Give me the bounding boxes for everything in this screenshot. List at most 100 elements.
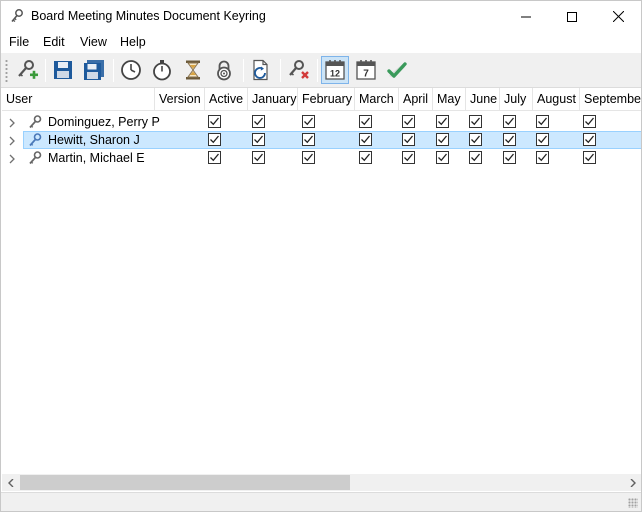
minimize-icon (521, 16, 531, 17)
grid-header: User Version Active January February Mar… (2, 88, 641, 111)
column-header-september[interactable]: September (580, 88, 641, 111)
scroll-left-button[interactable] (2, 474, 19, 491)
clock-button[interactable] (117, 56, 145, 84)
column-header-august[interactable]: August (533, 88, 580, 111)
approve-button[interactable] (383, 56, 411, 84)
table-row[interactable]: Dominguez, Perry P (2, 113, 641, 131)
calendar-month-view-button[interactable]: 12 (321, 56, 349, 84)
checkbox-february[interactable] (302, 133, 315, 146)
checkbox-september[interactable] (583, 151, 596, 164)
checkbox-may[interactable] (436, 115, 449, 128)
column-header-july[interactable]: July (500, 88, 533, 111)
checkbox-august[interactable] (536, 151, 549, 164)
checkbox-active[interactable] (208, 151, 221, 164)
minimize-button[interactable] (503, 1, 549, 32)
stopwatch-icon (153, 60, 171, 81)
save-icon (54, 61, 72, 79)
checkbox-september[interactable] (583, 115, 596, 128)
checkbox-april[interactable] (402, 151, 415, 164)
checkbox-january[interactable] (252, 115, 265, 128)
checkbox-july[interactable] (503, 151, 516, 164)
checkbox-july[interactable] (503, 115, 516, 128)
add-key-button[interactable] (13, 56, 41, 84)
checkbox-january[interactable] (252, 133, 265, 146)
checkbox-march[interactable] (359, 115, 372, 128)
hourglass-icon (186, 60, 200, 80)
calendar-12-text: 12 (330, 69, 340, 79)
column-header-april[interactable]: April (399, 88, 433, 111)
title-bar[interactable]: Board Meeting Minutes Document Keyring (1, 1, 641, 32)
checkbox-april[interactable] (402, 133, 415, 146)
save-button[interactable] (49, 56, 77, 84)
checkbox-march[interactable] (359, 133, 372, 146)
keyring-app-icon (9, 8, 25, 24)
checkbox-march[interactable] (359, 151, 372, 164)
column-header-active[interactable]: Active (205, 88, 248, 111)
checkbox-active[interactable] (208, 115, 221, 128)
status-bar (1, 492, 641, 511)
checkbox-june[interactable] (469, 115, 482, 128)
hourglass-button[interactable] (179, 56, 207, 84)
check-icon (387, 62, 407, 78)
maximize-button[interactable] (549, 1, 595, 32)
checkbox-may[interactable] (436, 151, 449, 164)
checkbox-active[interactable] (208, 133, 221, 146)
scroll-right-icon (630, 478, 636, 487)
menu-help[interactable]: Help (120, 35, 146, 49)
user-key-icon (27, 150, 43, 166)
column-header-february[interactable]: February (298, 88, 355, 111)
app-window: Board Meeting Minutes Document Keyring F… (0, 0, 642, 512)
checkbox-january[interactable] (252, 151, 265, 164)
table-row[interactable]: Hewitt, Sharon J (2, 131, 641, 149)
scroll-right-button[interactable] (624, 474, 641, 491)
checkbox-june[interactable] (469, 133, 482, 146)
column-header-june[interactable]: June (466, 88, 500, 111)
maximize-icon (567, 11, 577, 22)
menu-file[interactable]: File (9, 35, 29, 49)
expand-row-chevron-icon[interactable] (8, 135, 16, 146)
checkbox-may[interactable] (436, 133, 449, 146)
toolbar-separator (45, 59, 46, 82)
menu-bar: File Edit View Help (1, 32, 641, 53)
toolbar-separator (113, 59, 114, 82)
menu-view[interactable]: View (80, 35, 107, 49)
expand-row-chevron-icon[interactable] (8, 153, 16, 164)
column-header-may[interactable]: May (433, 88, 466, 111)
expand-row-chevron-icon[interactable] (8, 117, 16, 128)
toolbar-separator (280, 59, 281, 82)
toolbar-grip[interactable] (5, 59, 8, 82)
checkbox-june[interactable] (469, 151, 482, 164)
refresh-document-button[interactable] (247, 56, 275, 84)
close-button[interactable] (595, 1, 641, 32)
column-header-march[interactable]: March (355, 88, 399, 111)
checkbox-august[interactable] (536, 133, 549, 146)
remove-key-button[interactable] (284, 56, 312, 84)
table-row[interactable]: Martin, Michael E (2, 149, 641, 167)
calendar-7-text: 7 (363, 69, 369, 80)
horizontal-scrollbar[interactable] (2, 474, 641, 491)
column-header-version[interactable]: Version (155, 88, 205, 111)
padlock-icon (217, 60, 231, 81)
column-header-user[interactable]: User (2, 88, 155, 111)
menu-edit[interactable]: Edit (43, 35, 65, 49)
checkbox-september[interactable] (583, 133, 596, 146)
add-key-icon (18, 60, 38, 79)
calendar-12-icon: 12 (325, 60, 345, 80)
checkbox-february[interactable] (302, 151, 315, 164)
calendar-week-view-button[interactable]: 7 (352, 56, 380, 84)
scroll-left-icon (7, 478, 13, 487)
checkbox-august[interactable] (536, 115, 549, 128)
save-all-button[interactable] (80, 56, 108, 84)
close-icon (612, 11, 624, 22)
user-grid: User Version Active January February Mar… (2, 88, 641, 474)
toolbar: 12 7 (1, 53, 641, 88)
checkbox-february[interactable] (302, 115, 315, 128)
stopwatch-button[interactable] (148, 56, 176, 84)
resize-grip[interactable] (628, 498, 638, 508)
padlock-button[interactable] (210, 56, 238, 84)
checkbox-april[interactable] (402, 115, 415, 128)
user-name: Hewitt, Sharon J (48, 133, 140, 147)
scrollbar-thumb[interactable] (20, 475, 350, 490)
column-header-january[interactable]: January (248, 88, 298, 111)
checkbox-july[interactable] (503, 133, 516, 146)
